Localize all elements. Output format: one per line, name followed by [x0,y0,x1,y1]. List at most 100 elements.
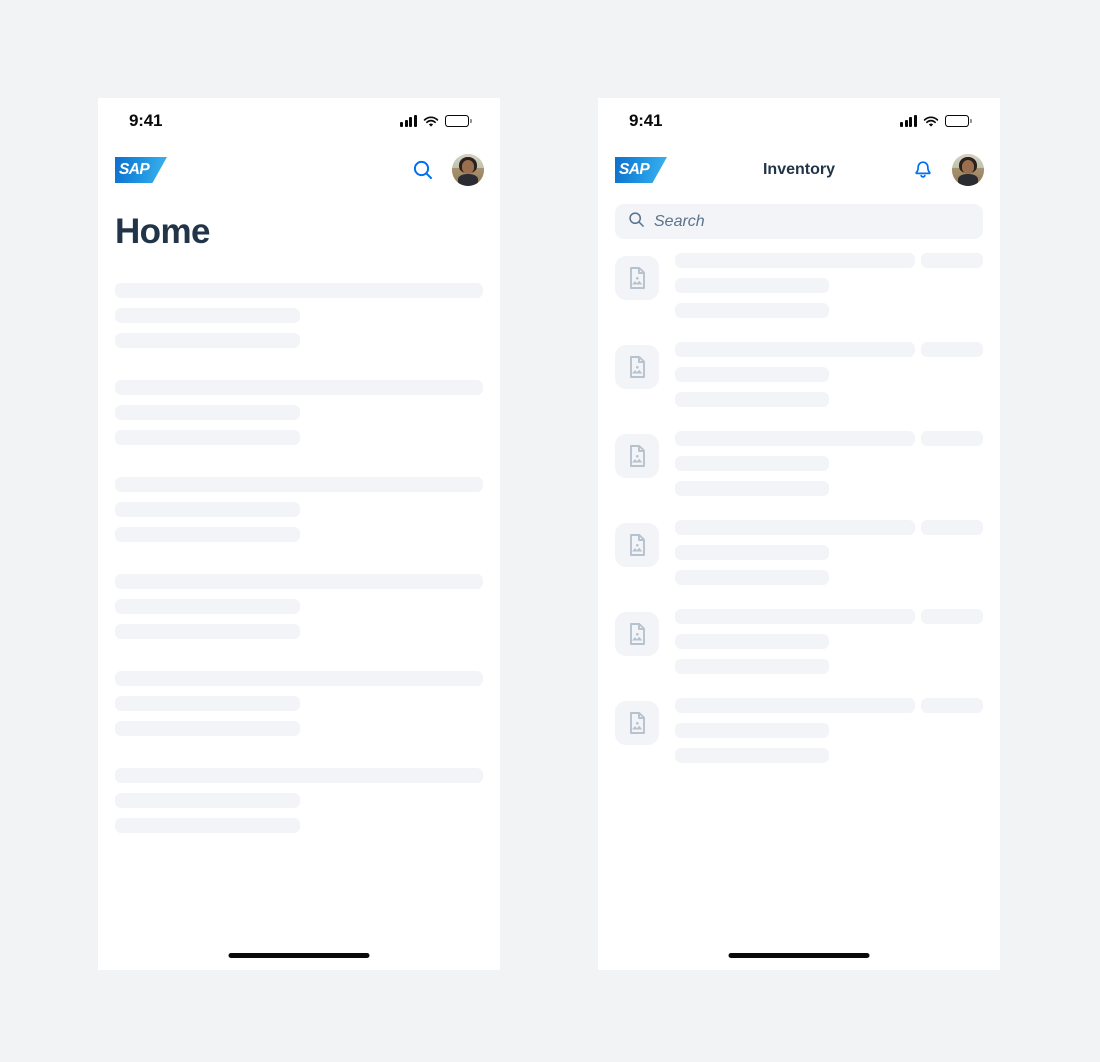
skeleton-bar [115,333,300,349]
skeleton-bar [675,431,915,446]
page-title: Home [115,212,210,251]
skeleton-group [115,574,483,640]
skeleton-bar [115,671,483,687]
app-bar: SAP [98,144,500,196]
skeleton-group [115,671,483,737]
signal-bars-icon [899,115,917,127]
skeleton-bar [675,609,915,624]
battery-icon [444,115,472,127]
skeleton-bar [921,698,983,713]
skeleton-bar [115,477,483,493]
signal-bars-icon [399,115,417,127]
image-placeholder-icon [615,701,659,745]
bell-icon[interactable] [911,158,935,182]
skeleton-bar [115,696,300,712]
skeleton-group [115,768,483,834]
skeleton-bar [675,659,829,674]
sap-logo-text: SAP [619,161,650,178]
image-placeholder-icon [615,256,659,300]
list-item[interactable] [615,253,983,318]
skeleton-bar [921,253,983,268]
skeleton-bar [675,278,829,293]
skeleton-bar [115,793,300,809]
skeleton-bar [675,253,915,268]
list-item[interactable] [615,698,983,763]
status-bar-time: 9:41 [129,111,163,130]
skeleton-bar [675,545,829,560]
list-item-skeleton [675,431,983,496]
home-indicator[interactable] [228,953,370,958]
app-bar-actions [911,154,984,186]
skeleton-bar [921,431,983,446]
inventory-list [598,239,1000,763]
status-bar: 9:41 [598,98,1000,144]
home-indicator[interactable] [728,953,870,958]
status-bar: 9:41 [98,98,500,144]
search-input[interactable]: Search [615,204,983,239]
skeleton-bar [675,481,829,496]
search-icon [628,211,645,233]
search-bar-container: Search [598,196,1000,239]
avatar[interactable] [952,154,984,186]
sap-logo-icon: SAP [615,157,667,183]
phone-screen-inventory: 9:41 SAP Inventory Search [598,98,1000,970]
list-item-skeleton [675,342,983,407]
skeleton-bar [675,748,829,763]
skeleton-bar [675,698,915,713]
skeleton-bar [115,283,483,299]
status-bar-icons [399,115,472,127]
skeleton-bar [115,308,300,324]
list-item[interactable] [615,342,983,407]
skeleton-bar [115,574,483,590]
list-item-skeleton [675,698,983,763]
app-bar-actions [411,154,484,186]
skeleton-bar [115,502,300,518]
skeleton-bar [675,392,829,407]
skeleton-bar [675,634,829,649]
app-bar: SAP Inventory [598,144,1000,196]
list-item[interactable] [615,431,983,496]
search-placeholder: Search [654,212,705,230]
skeleton-bar [675,456,829,471]
phone-screen-home: 9:41 SAP Home [98,98,500,970]
list-item[interactable] [615,609,983,674]
wifi-icon [923,115,939,127]
skeleton-bar [675,520,915,535]
wifi-icon [423,115,439,127]
skeleton-bar [921,609,983,624]
image-placeholder-icon [615,434,659,478]
skeleton-bar [115,527,300,543]
skeleton-group [115,380,483,446]
list-item-skeleton [675,253,983,318]
skeleton-bar [115,721,300,737]
skeleton-bar [675,367,829,382]
skeleton-bar [675,723,829,738]
avatar[interactable] [452,154,484,186]
skeleton-bar [675,342,915,357]
skeleton-bar [115,768,483,784]
battery-icon [944,115,972,127]
sap-logo-text: SAP [119,161,150,178]
skeleton-bar [115,624,300,640]
image-placeholder-icon [615,523,659,567]
list-item-skeleton [675,520,983,585]
skeleton-bar [115,599,300,615]
home-skeleton-content [98,251,500,834]
image-placeholder-icon [615,612,659,656]
skeleton-group [115,477,483,543]
skeleton-bar [921,520,983,535]
skeleton-bar [115,430,300,446]
sap-logo-icon: SAP [115,157,167,183]
skeleton-bar [675,570,829,585]
skeleton-bar [115,818,300,834]
status-bar-icons [899,115,972,127]
skeleton-bar [675,303,829,318]
skeleton-bar [115,405,300,421]
skeleton-bar [921,342,983,357]
skeleton-bar [115,380,483,396]
image-placeholder-icon [615,345,659,389]
list-item[interactable] [615,520,983,585]
list-item-skeleton [675,609,983,674]
skeleton-group [115,283,483,349]
search-icon[interactable] [411,158,435,182]
